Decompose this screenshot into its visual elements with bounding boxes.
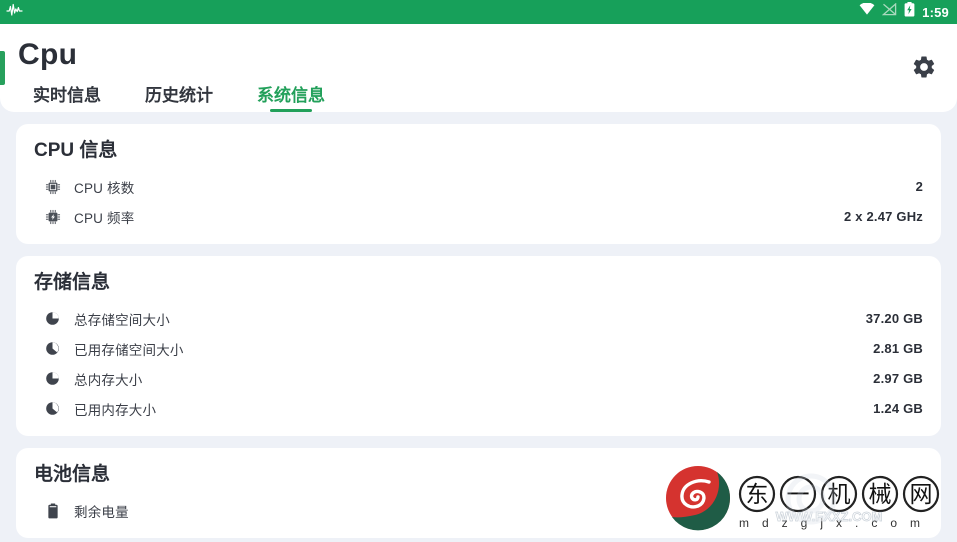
list-item-value: 2.81 GB	[873, 341, 923, 357]
status-bar-right: 1:59	[859, 2, 949, 22]
status-bar: 1:59	[0, 0, 957, 24]
list-item-label: 剩余电量	[74, 504, 129, 520]
pie-chart-icon	[44, 370, 61, 387]
list-item-label: 总存储空间大小	[74, 312, 170, 328]
tab-bar[interactable]: 实时信息 历史统计 系统信息	[0, 76, 957, 112]
tab-underline	[270, 108, 312, 112]
list-item-value: 37.20 GB	[865, 311, 923, 327]
cpu-chip-icon	[44, 178, 61, 195]
pulse-waveform-icon	[6, 3, 23, 22]
pie-chart-icon	[44, 310, 61, 327]
tab-label: 系统信息	[257, 86, 325, 105]
list-item-value: 2.97 GB	[873, 371, 923, 387]
list-item-label: 已用存储空间大小	[74, 342, 184, 358]
tab-realtime-info[interactable]: 实时信息	[11, 87, 123, 112]
wifi-icon	[859, 2, 875, 21]
content-scroll-area[interactable]: CPU 信息 CPU 核数 2 CPU 频率 2 x 2.47 GHz 存储信息…	[0, 112, 957, 539]
battery-charging-icon	[904, 2, 915, 22]
list-item-value: 2	[915, 179, 923, 195]
tab-system-info[interactable]: 系统信息	[235, 87, 347, 112]
pie-chart-icon	[44, 400, 61, 417]
list-item-label: 已用内存大小	[74, 402, 157, 418]
title-accent-bar	[0, 51, 5, 85]
list-item[interactable]: 已用内存大小 1.24 GB	[32, 394, 925, 424]
gear-icon	[911, 54, 937, 85]
cpu-speed-icon	[44, 208, 61, 225]
settings-button[interactable]	[907, 52, 941, 86]
tab-history-stats[interactable]: 历史统计	[123, 87, 235, 112]
list-item[interactable]: 总内存大小 2.97 GB	[32, 364, 925, 394]
app-bar: Cpu 实时信息 历史统计 系统信息	[0, 24, 957, 112]
app-title-row: Cpu	[0, 24, 957, 85]
card-title: CPU 信息	[32, 140, 120, 161]
card-storage-info: 存储信息 总存储空间大小 37.20 GB 已用存储空间大小 2.81 GB 总…	[16, 255, 941, 436]
tab-label: 历史统计	[145, 86, 213, 105]
list-item[interactable]: 已用存储空间大小 2.81 GB	[32, 334, 925, 364]
list-item[interactable]: CPU 核数 2	[32, 172, 925, 202]
page-title: Cpu	[18, 38, 78, 71]
list-item-value: 2 x 2.47 GHz	[844, 209, 923, 225]
list-item[interactable]: 总存储空间大小 37.20 GB	[32, 304, 925, 334]
card-title: 电池信息	[32, 463, 113, 485]
list-item-label: 总内存大小	[74, 372, 143, 388]
card-cpu-info: CPU 信息 CPU 核数 2 CPU 频率 2 x 2.47 GHz	[16, 124, 941, 244]
status-bar-left	[6, 3, 23, 22]
list-item-value: 1.24 GB	[873, 401, 923, 417]
list-item[interactable]: CPU 频率 2 x 2.47 GHz	[32, 202, 925, 232]
tab-label: 实时信息	[33, 86, 101, 105]
pie-chart-icon	[44, 340, 61, 357]
status-bar-clock: 1:59	[922, 4, 949, 20]
card-battery-info: 电池信息 剩余电量	[16, 447, 941, 538]
battery-icon	[44, 502, 61, 519]
card-title: 存储信息	[32, 271, 113, 293]
signal-off-icon	[881, 2, 897, 21]
list-item-label: CPU 核数	[74, 180, 135, 196]
list-item[interactable]: 剩余电量	[32, 496, 925, 526]
list-item-label: CPU 频率	[74, 210, 135, 226]
